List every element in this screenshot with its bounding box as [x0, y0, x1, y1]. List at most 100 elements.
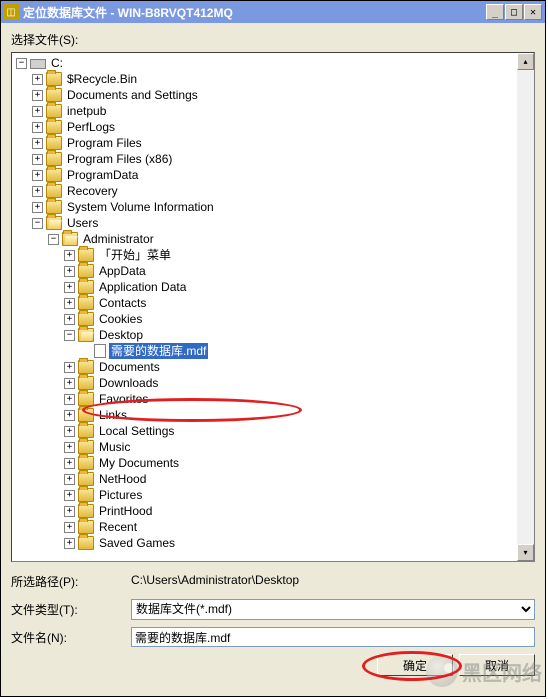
tree-item[interactable]: Program Files (x86) [65, 151, 174, 167]
expander-minus-icon[interactable]: − [64, 330, 75, 341]
expander-minus-icon[interactable]: − [32, 218, 43, 229]
tree-item[interactable]: Saved Games [97, 535, 177, 551]
expander-plus-icon[interactable]: + [64, 522, 75, 533]
expander-plus-icon[interactable]: + [64, 282, 75, 293]
expander-plus-icon[interactable]: + [64, 426, 75, 437]
folder-icon [78, 456, 94, 470]
expander-plus-icon[interactable]: + [32, 154, 43, 165]
expander-plus-icon[interactable]: + [64, 490, 75, 501]
tree-item[interactable]: Recovery [65, 183, 120, 199]
tree-item[interactable]: Favorites [97, 391, 150, 407]
file-type-select[interactable]: 数据库文件(*.mdf) [131, 599, 535, 620]
folder-icon [78, 264, 94, 278]
scroll-down-icon[interactable]: ▾ [517, 544, 534, 561]
expander-plus-icon[interactable]: + [64, 250, 75, 261]
expander-plus-icon[interactable]: + [64, 362, 75, 373]
scroll-track[interactable] [517, 70, 534, 544]
expander-plus-icon[interactable]: + [64, 378, 75, 389]
expander-plus-icon[interactable]: + [32, 90, 43, 101]
folder-icon [62, 232, 78, 246]
tree-item[interactable]: Links [97, 407, 129, 423]
tree-item[interactable]: Pictures [97, 487, 144, 503]
tree-item[interactable]: Documents [97, 359, 162, 375]
expander-plus-icon[interactable]: + [64, 458, 75, 469]
tree-item[interactable]: Administrator [81, 231, 156, 247]
tree-item[interactable]: AppData [97, 263, 148, 279]
app-icon: ◫ [3, 4, 19, 20]
dialog-window: ◫ 定位数据库文件 - WIN-B8RVQT412MQ _ □ ✕ 选择文件(S… [0, 0, 546, 697]
tree-item[interactable]: PrintHood [97, 503, 154, 519]
expander-minus-icon[interactable]: − [16, 58, 27, 69]
tree-item[interactable]: PerfLogs [65, 119, 117, 135]
tree-node-c[interactable]: C: [49, 55, 65, 71]
tree-item[interactable]: My Documents [97, 455, 181, 471]
file-tree[interactable]: − C: + $Recycle.Bin + Documents and Setting… [11, 52, 535, 562]
tree-item[interactable]: Downloads [97, 375, 160, 391]
folder-icon [78, 392, 94, 406]
expander-plus-icon[interactable]: + [64, 474, 75, 485]
ok-button[interactable]: 确定 [377, 654, 453, 676]
tree-item[interactable]: Cookies [97, 311, 144, 327]
tree-item[interactable]: 「开始」菜单 [97, 247, 173, 263]
folder-icon [78, 328, 94, 342]
expander-plus-icon[interactable]: + [64, 506, 75, 517]
folder-icon [78, 488, 94, 502]
folder-icon [46, 216, 62, 230]
expander-plus-icon[interactable]: + [64, 442, 75, 453]
expander-plus-icon[interactable]: + [32, 74, 43, 85]
folder-icon [78, 536, 94, 550]
expander-plus-icon[interactable]: + [32, 186, 43, 197]
name-label: 文件名(N): [11, 629, 131, 646]
scrollbar[interactable]: ▴ ▾ [517, 53, 534, 561]
expander-plus-icon[interactable]: + [32, 170, 43, 181]
path-value: C:\Users\Administrator\Desktop [131, 573, 535, 589]
folder-icon [78, 360, 94, 374]
tree-item[interactable]: Desktop [97, 327, 145, 343]
expander-plus-icon[interactable]: + [64, 314, 75, 325]
tree-item[interactable]: Program Files [65, 135, 144, 151]
tree-item[interactable]: Local Settings [97, 423, 176, 439]
tree-item[interactable]: Documents and Settings [65, 87, 200, 103]
expander-plus-icon[interactable]: + [64, 266, 75, 277]
file-name-input[interactable] [131, 627, 535, 647]
folder-icon [46, 152, 62, 166]
cancel-button[interactable]: 取消 [459, 654, 535, 676]
folder-icon [46, 104, 62, 118]
folder-icon [78, 472, 94, 486]
tree-item[interactable]: Music [97, 439, 132, 455]
expander-plus-icon[interactable]: + [64, 298, 75, 309]
folder-icon [78, 280, 94, 294]
folder-icon [78, 520, 94, 534]
expander-plus-icon[interactable]: + [32, 106, 43, 117]
tree-item[interactable]: NetHood [97, 471, 148, 487]
select-file-label: 选择文件(S): [11, 31, 535, 48]
tree-item[interactable]: 需要的数据库.mdf [109, 343, 208, 359]
expander-plus-icon[interactable]: + [64, 394, 75, 405]
tree-item[interactable]: System Volume Information [65, 199, 216, 215]
tree-item[interactable]: inetpub [65, 103, 108, 119]
folder-icon [46, 120, 62, 134]
maximize-button[interactable]: □ [505, 4, 523, 20]
expander-minus-icon[interactable]: − [48, 234, 59, 245]
folder-icon [78, 440, 94, 454]
folder-icon [78, 312, 94, 326]
close-button[interactable]: ✕ [524, 4, 542, 20]
expander-plus-icon[interactable]: + [32, 122, 43, 133]
expander-plus-icon[interactable]: + [32, 138, 43, 149]
expander-plus-icon[interactable]: + [64, 410, 75, 421]
scroll-up-icon[interactable]: ▴ [517, 53, 534, 70]
tree-item[interactable]: Users [65, 215, 100, 231]
tree-item[interactable]: Application Data [97, 279, 188, 295]
folder-icon [78, 408, 94, 422]
expander-plus-icon[interactable]: + [32, 202, 43, 213]
tree-item[interactable]: Contacts [97, 295, 148, 311]
file-icon [94, 344, 106, 358]
tree-item[interactable]: $Recycle.Bin [65, 71, 139, 87]
folder-icon [46, 136, 62, 150]
tree-item[interactable]: ProgramData [65, 167, 140, 183]
folder-icon [46, 200, 62, 214]
expander-plus-icon[interactable]: + [64, 538, 75, 549]
type-label: 文件类型(T): [11, 601, 131, 618]
minimize-button[interactable]: _ [486, 4, 504, 20]
tree-item[interactable]: Recent [97, 519, 139, 535]
